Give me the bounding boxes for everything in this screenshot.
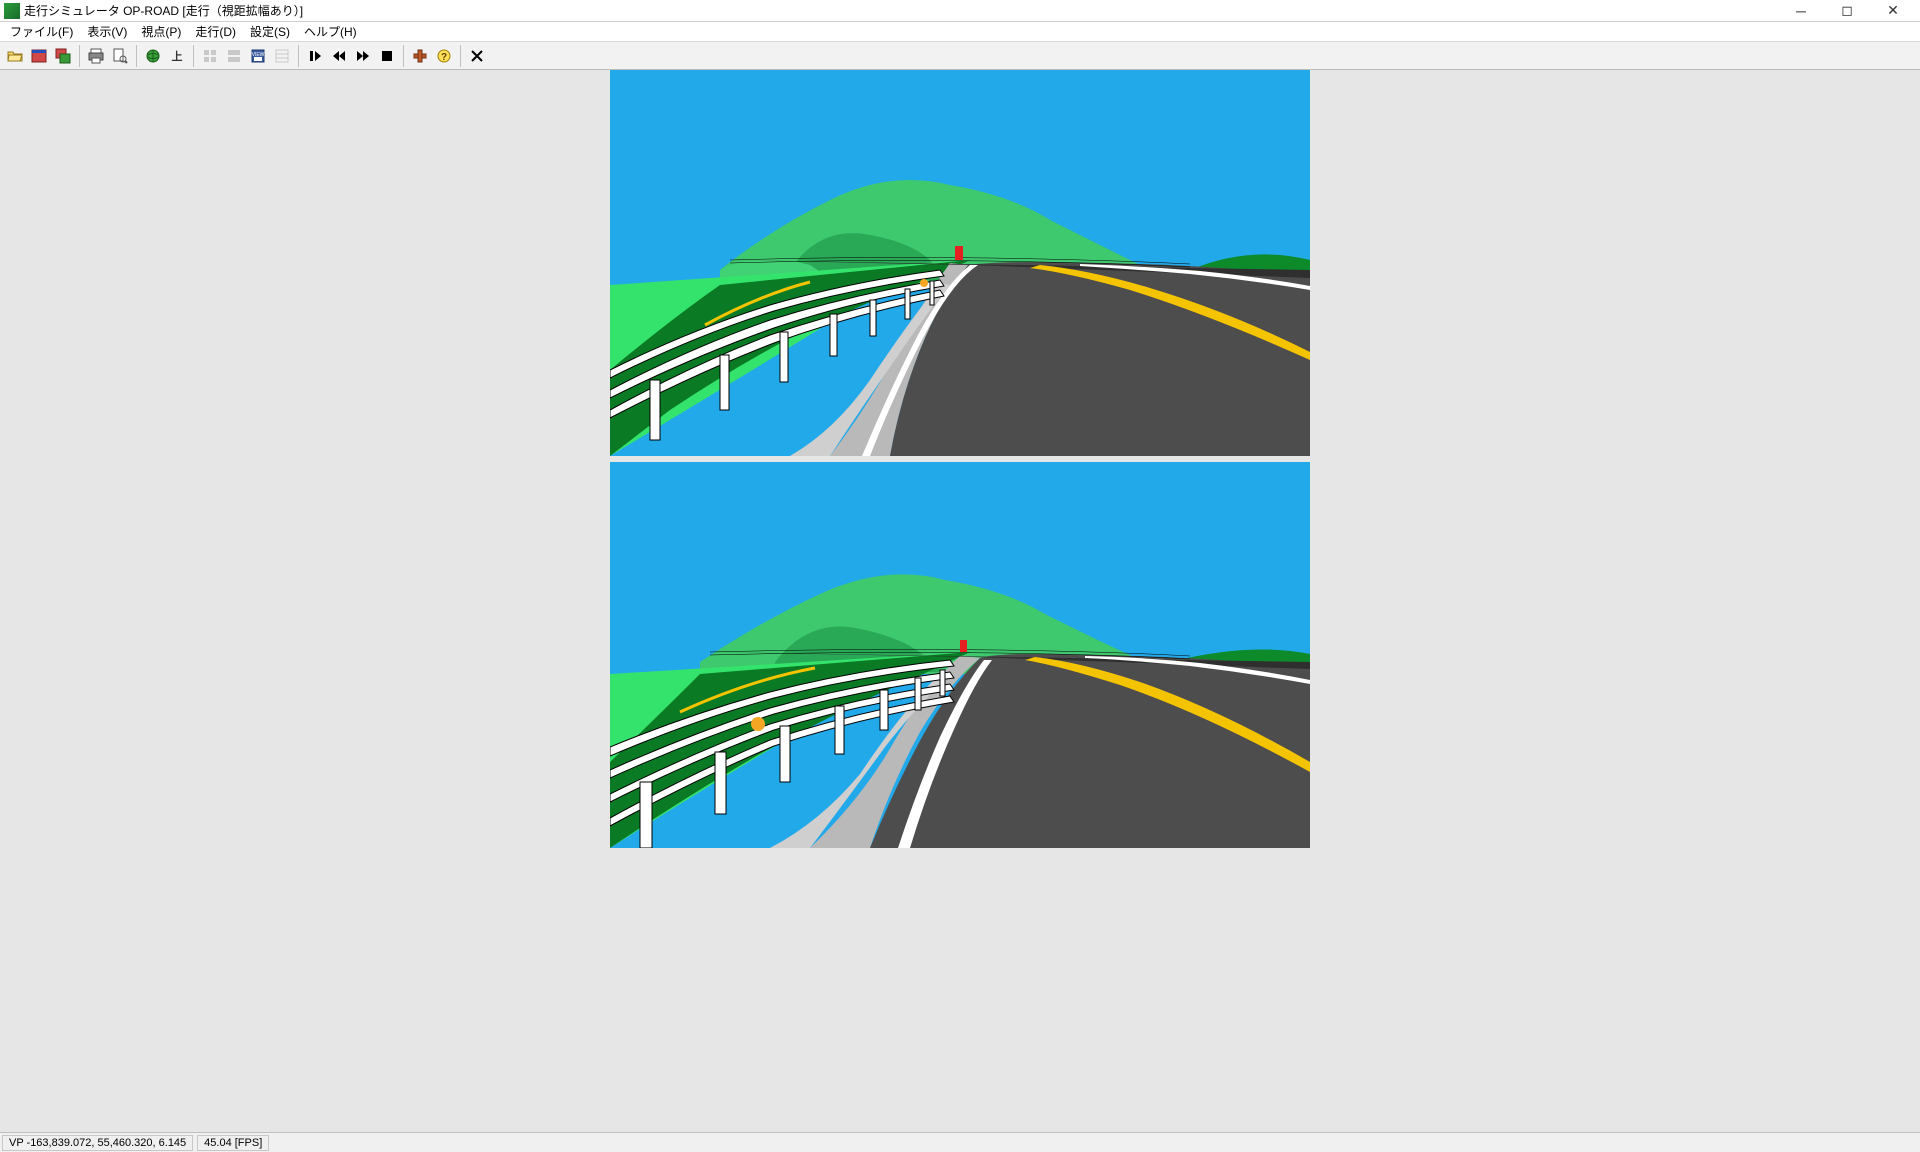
globe-icon [145, 48, 161, 64]
status-vp: VP -163,839.072, 55,460.320, 6.145 [2, 1135, 193, 1151]
close-icon [469, 48, 485, 64]
play-button[interactable] [304, 45, 326, 67]
viewport-top[interactable] [610, 70, 1310, 456]
rewind-button[interactable] [328, 45, 350, 67]
printer-icon [88, 48, 104, 64]
fast-forward-button[interactable] [352, 45, 374, 67]
window2-button[interactable] [52, 45, 74, 67]
view-a-button[interactable] [199, 45, 221, 67]
window-title: 走行シミュレータ OP-ROAD [走行（視距拡幅あり）] [24, 2, 303, 19]
view-b-button[interactable] [223, 45, 245, 67]
road-scene-top [610, 70, 1310, 456]
app-icon [4, 3, 20, 19]
play-pause-icon [307, 48, 323, 64]
window-icon [31, 48, 47, 64]
toolbar-separator [403, 45, 404, 67]
disk-view-icon: VIEW [250, 48, 266, 64]
titlebar: 走行シミュレータ OP-ROAD [走行（視距拡幅あり）] ─ ◻ ✕ [0, 0, 1920, 22]
fast-forward-icon [355, 48, 371, 64]
statusbar: VP -163,839.072, 55,460.320, 6.145 45.04… [0, 1132, 1920, 1152]
toolbar-separator [79, 45, 80, 67]
svg-text:VIEW: VIEW [252, 52, 265, 58]
help-button[interactable]: ? [433, 45, 455, 67]
menu-file[interactable]: ファイル(F) [4, 21, 79, 42]
toolbar-separator [136, 45, 137, 67]
folder-open-icon [7, 48, 23, 64]
stop-button[interactable] [376, 45, 398, 67]
tool-icon [412, 48, 428, 64]
save-view-button[interactable]: VIEW [247, 45, 269, 67]
globe-button[interactable] [142, 45, 164, 67]
print-preview-button[interactable] [109, 45, 131, 67]
help-icon: ? [436, 48, 452, 64]
print-button[interactable] [85, 45, 107, 67]
svg-text:?: ? [441, 52, 447, 63]
grid3-icon [274, 48, 290, 64]
close-view-button[interactable] [466, 45, 488, 67]
toolbar-separator [193, 45, 194, 67]
window1-button[interactable] [28, 45, 50, 67]
minimize-button[interactable]: ─ [1778, 0, 1824, 22]
windows-icon [55, 48, 71, 64]
tool-button[interactable] [409, 45, 431, 67]
toolbar-separator [460, 45, 461, 67]
viewport-bottom[interactable] [610, 462, 1310, 848]
status-fps: 45.04 [FPS] [197, 1135, 269, 1151]
close-window-button[interactable]: ✕ [1870, 0, 1916, 22]
open-button[interactable] [4, 45, 26, 67]
view-c-button[interactable] [271, 45, 293, 67]
up-text-icon: 上 [172, 48, 183, 64]
print-preview-icon [112, 48, 128, 64]
menu-help[interactable]: ヘルプ(H) [298, 21, 363, 42]
up-button[interactable]: 上 [166, 45, 188, 67]
stop-icon [379, 48, 395, 64]
toolbar: 上 VIEW ? [0, 42, 1920, 70]
viewport-stack [610, 70, 1310, 848]
rewind-icon [331, 48, 347, 64]
road-scene-bottom [610, 462, 1310, 848]
menu-view[interactable]: 表示(V) [81, 21, 133, 42]
grid-icon [202, 48, 218, 64]
menubar: ファイル(F) 表示(V) 視点(P) 走行(D) 設定(S) ヘルプ(H) [0, 22, 1920, 42]
menu-settings[interactable]: 設定(S) [244, 21, 296, 42]
maximize-button[interactable]: ◻ [1824, 0, 1870, 22]
workspace [0, 70, 1920, 1132]
menu-drive[interactable]: 走行(D) [189, 21, 242, 42]
menu-viewpoint[interactable]: 視点(P) [135, 21, 187, 42]
toolbar-separator [298, 45, 299, 67]
grid2-icon [226, 48, 242, 64]
